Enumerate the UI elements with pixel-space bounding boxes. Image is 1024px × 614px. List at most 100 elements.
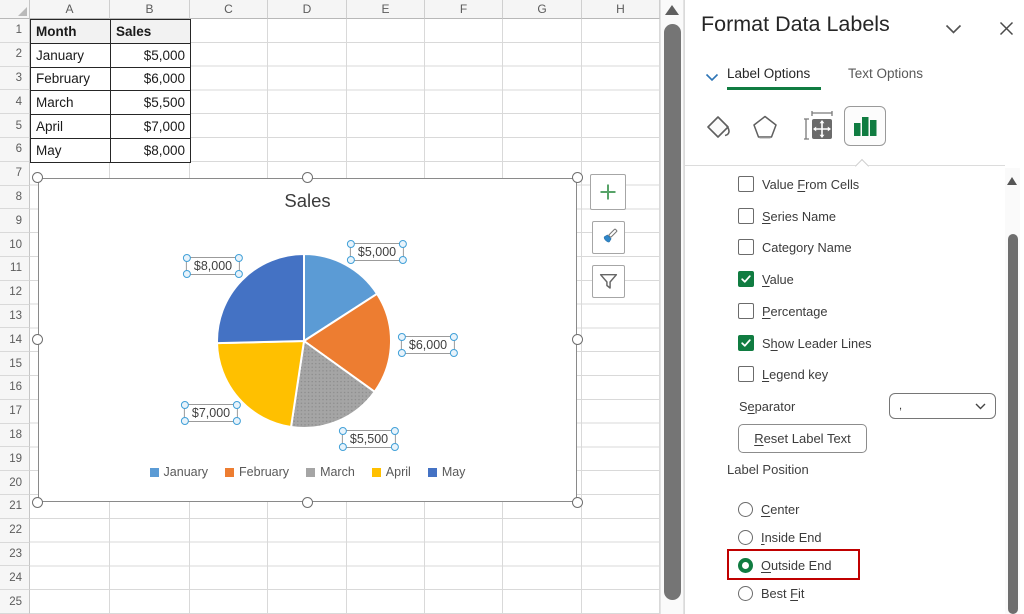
label-handle[interactable]: [391, 443, 400, 451]
cell-A5[interactable]: April: [31, 115, 111, 139]
checkbox-box[interactable]: [738, 208, 754, 224]
checkbox-value-from-cells[interactable]: Value From Cells: [738, 175, 859, 193]
panel-collapse-button[interactable]: [945, 22, 962, 40]
checkbox-series-name[interactable]: Series Name: [738, 207, 836, 225]
row-header-9[interactable]: 9: [0, 209, 30, 234]
legend-item-april[interactable]: April: [371, 465, 411, 479]
label-handle[interactable]: [450, 349, 459, 357]
label-handle[interactable]: [182, 254, 191, 262]
data-label-march[interactable]: $5,500: [338, 427, 400, 451]
chart-resize-handle-left[interactable]: [32, 334, 43, 345]
row-header-15[interactable]: 15: [0, 352, 30, 376]
fill-line-tab[interactable]: [703, 112, 733, 142]
row-header-25[interactable]: 25: [0, 590, 30, 614]
label-options-tab[interactable]: [844, 106, 886, 146]
label-options-chevron-icon[interactable]: [705, 69, 719, 87]
checkbox-legend-key[interactable]: Legend key: [738, 365, 828, 383]
row-header-22[interactable]: 22: [0, 518, 30, 543]
label-handle[interactable]: [399, 256, 408, 264]
label-handle[interactable]: [450, 333, 459, 341]
label-handle[interactable]: [180, 417, 189, 425]
data-label-april[interactable]: $7,000: [180, 401, 242, 425]
chart-object[interactable]: Sales $5,000 $6,000 $5,500 $7,000 $8,000 Jan…: [32, 172, 583, 508]
radio-button[interactable]: [738, 585, 753, 601]
column-header-C[interactable]: C: [190, 0, 268, 19]
column-header-E[interactable]: E: [347, 0, 425, 19]
checkbox-box[interactable]: [738, 239, 754, 255]
chart-resize-handle-right[interactable]: [572, 334, 583, 345]
column-header-B[interactable]: B: [110, 0, 190, 19]
cell-A3[interactable]: February: [31, 67, 111, 92]
row-header-4[interactable]: 4: [0, 90, 30, 115]
row-header-6[interactable]: 6: [0, 137, 30, 162]
row-header-2[interactable]: 2: [0, 42, 30, 67]
checkbox-show-leader-lines[interactable]: Show Leader Lines: [738, 334, 872, 352]
cell-B1[interactable]: Sales: [111, 20, 191, 44]
data-label-may[interactable]: $8,000: [182, 254, 244, 278]
row-header-24[interactable]: 24: [0, 566, 30, 591]
reset-label-text-button[interactable]: Reset Label Text: [738, 424, 867, 453]
legend-item-march[interactable]: March: [306, 465, 355, 479]
panel-scroll-up-icon[interactable]: [1007, 177, 1017, 185]
checkbox-box[interactable]: [738, 303, 754, 319]
chart-resize-handle-bottom-left[interactable]: [32, 497, 43, 508]
row-header-18[interactable]: 18: [0, 423, 30, 448]
row-header-19[interactable]: 19: [0, 447, 30, 472]
row-header-3[interactable]: 3: [0, 66, 30, 91]
row-header-16[interactable]: 16: [0, 375, 30, 400]
radio-button[interactable]: [738, 501, 753, 517]
legend-item-february[interactable]: February: [225, 465, 289, 479]
label-handle[interactable]: [338, 443, 347, 451]
chart-resize-handle-top-left[interactable]: [32, 172, 43, 183]
checkbox-box[interactable]: [738, 366, 754, 382]
checkbox-box[interactable]: [738, 335, 754, 351]
panel-close-button[interactable]: [999, 21, 1014, 41]
row-header-17[interactable]: 17: [0, 399, 30, 424]
select-all-corner[interactable]: [0, 0, 30, 19]
column-header-A[interactable]: A: [30, 0, 110, 19]
separator-dropdown[interactable]: ,: [889, 393, 996, 419]
column-header-F[interactable]: F: [425, 0, 503, 19]
row-header-21[interactable]: 21: [0, 494, 30, 519]
scroll-up-icon[interactable]: [665, 5, 679, 15]
cell-A6[interactable]: May: [31, 138, 111, 163]
row-header-23[interactable]: 23: [0, 542, 30, 567]
column-header-G[interactable]: G: [503, 0, 582, 19]
label-handle[interactable]: [346, 256, 355, 264]
row-header-7[interactable]: 7: [0, 161, 30, 186]
radio-inside-end[interactable]: Inside End: [738, 528, 821, 546]
label-handle[interactable]: [182, 270, 191, 278]
label-handle[interactable]: [397, 333, 406, 341]
sheet-vertical-scrollbar[interactable]: [660, 0, 684, 614]
checkbox-box[interactable]: [738, 271, 754, 287]
cell-B6[interactable]: $8,000: [111, 138, 191, 163]
cell-A1[interactable]: Month: [31, 20, 111, 44]
chart-resize-handle-top[interactable]: [301, 172, 313, 183]
size-properties-tab[interactable]: [801, 108, 837, 144]
tab-label-options[interactable]: Label Options: [727, 66, 810, 81]
cell-B2[interactable]: $5,000: [111, 43, 191, 68]
label-handle[interactable]: [180, 401, 189, 409]
cell-B4[interactable]: $5,500: [111, 91, 191, 116]
panel-scrollbar-thumb[interactable]: [1008, 234, 1018, 614]
column-header-D[interactable]: D: [268, 0, 347, 19]
effects-tab[interactable]: [749, 112, 781, 142]
scrollbar-thumb[interactable]: [664, 24, 681, 600]
row-header-20[interactable]: 20: [0, 471, 30, 495]
row-header-12[interactable]: 12: [0, 280, 30, 305]
label-handle[interactable]: [346, 240, 355, 248]
cell-A2[interactable]: January: [31, 43, 111, 68]
chart-title[interactable]: Sales: [39, 190, 576, 212]
row-header-8[interactable]: 8: [0, 185, 30, 210]
legend-item-may[interactable]: May: [427, 465, 465, 479]
radio-button[interactable]: [738, 529, 753, 545]
cell-B5[interactable]: $7,000: [111, 115, 191, 139]
row-header-1[interactable]: 1: [0, 19, 30, 43]
tab-text-options[interactable]: Text Options: [848, 66, 923, 81]
label-handle[interactable]: [397, 349, 406, 357]
data-label-february[interactable]: $6,000: [397, 333, 459, 357]
chart-resize-handle-top-right[interactable]: [572, 172, 583, 183]
checkbox-box[interactable]: [738, 176, 754, 192]
row-header-10[interactable]: 10: [0, 233, 30, 257]
chart-styles-button[interactable]: [592, 221, 625, 254]
